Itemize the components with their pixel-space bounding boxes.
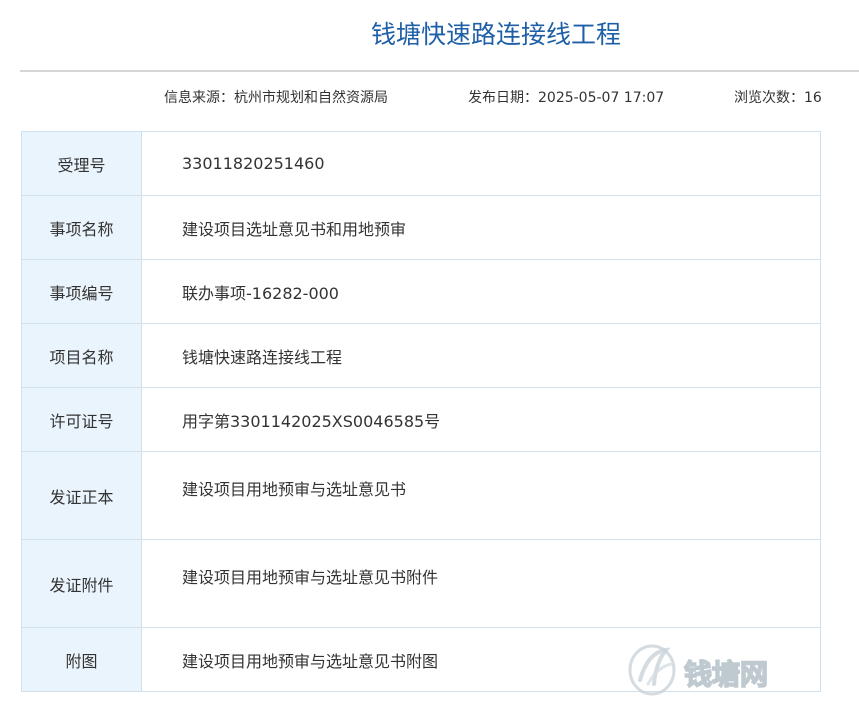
watermark-text: 钱塘网 bbox=[684, 658, 768, 691]
row-value-item-name: 建设项目选址意见书和用地预审 bbox=[141, 195, 821, 260]
view-count: 浏览次数：16 bbox=[734, 90, 822, 106]
page-title: 钱塘快速路连接线工程 bbox=[370, 20, 621, 49]
title-divider bbox=[20, 70, 859, 72]
row-label-acceptance-number: 受理号 bbox=[21, 131, 142, 196]
table-row: 受理号 33011820251460 bbox=[21, 131, 821, 196]
row-value-acceptance-number: 33011820251460 bbox=[141, 131, 821, 196]
table-row: 许可证号 用字第3301142025XS0046585号 bbox=[21, 387, 821, 452]
row-label-certificate-original: 发证正本 bbox=[21, 451, 142, 540]
row-label-item-name: 事项名称 bbox=[21, 195, 142, 260]
row-label-certificate-attachment: 发证附件 bbox=[21, 539, 142, 628]
row-label-attached-map: 附图 bbox=[21, 627, 142, 692]
table-row: 事项名称 建设项目选址意见书和用地预审 bbox=[21, 195, 821, 260]
row-label-project-name: 项目名称 bbox=[21, 323, 142, 388]
row-value-certificate-attachment[interactable]: 建设项目用地预审与选址意见书附件 bbox=[141, 539, 821, 628]
row-value-item-number: 联办事项-16282-000 bbox=[141, 259, 821, 324]
info-source: 信息来源：杭州市规划和自然资源局 bbox=[164, 90, 388, 106]
row-value-permit-number: 用字第3301142025XS0046585号 bbox=[141, 387, 821, 452]
table-row: 发证附件 建设项目用地预审与选址意见书附件 bbox=[21, 539, 821, 628]
row-label-item-number: 事项编号 bbox=[21, 259, 142, 324]
row-value-certificate-original[interactable]: 建设项目用地预审与选址意见书 bbox=[141, 451, 821, 540]
table-row: 事项编号 联办事项-16282-000 bbox=[21, 259, 821, 324]
row-value-project-name: 钱塘快速路连接线工程 bbox=[141, 323, 821, 388]
table-row: 项目名称 钱塘快速路连接线工程 bbox=[21, 323, 821, 388]
table-row: 发证正本 建设项目用地预审与选址意见书 bbox=[21, 451, 821, 540]
publish-date: 发布日期：2025-05-07 17:07 bbox=[468, 90, 665, 106]
site-watermark: 钱塘网 bbox=[626, 640, 806, 700]
info-table: 受理号 33011820251460 事项名称 建设项目选址意见书和用地预审 事… bbox=[21, 131, 821, 692]
watermark-logo-icon: 钱塘网 bbox=[628, 644, 769, 696]
row-label-permit-number: 许可证号 bbox=[21, 387, 142, 452]
